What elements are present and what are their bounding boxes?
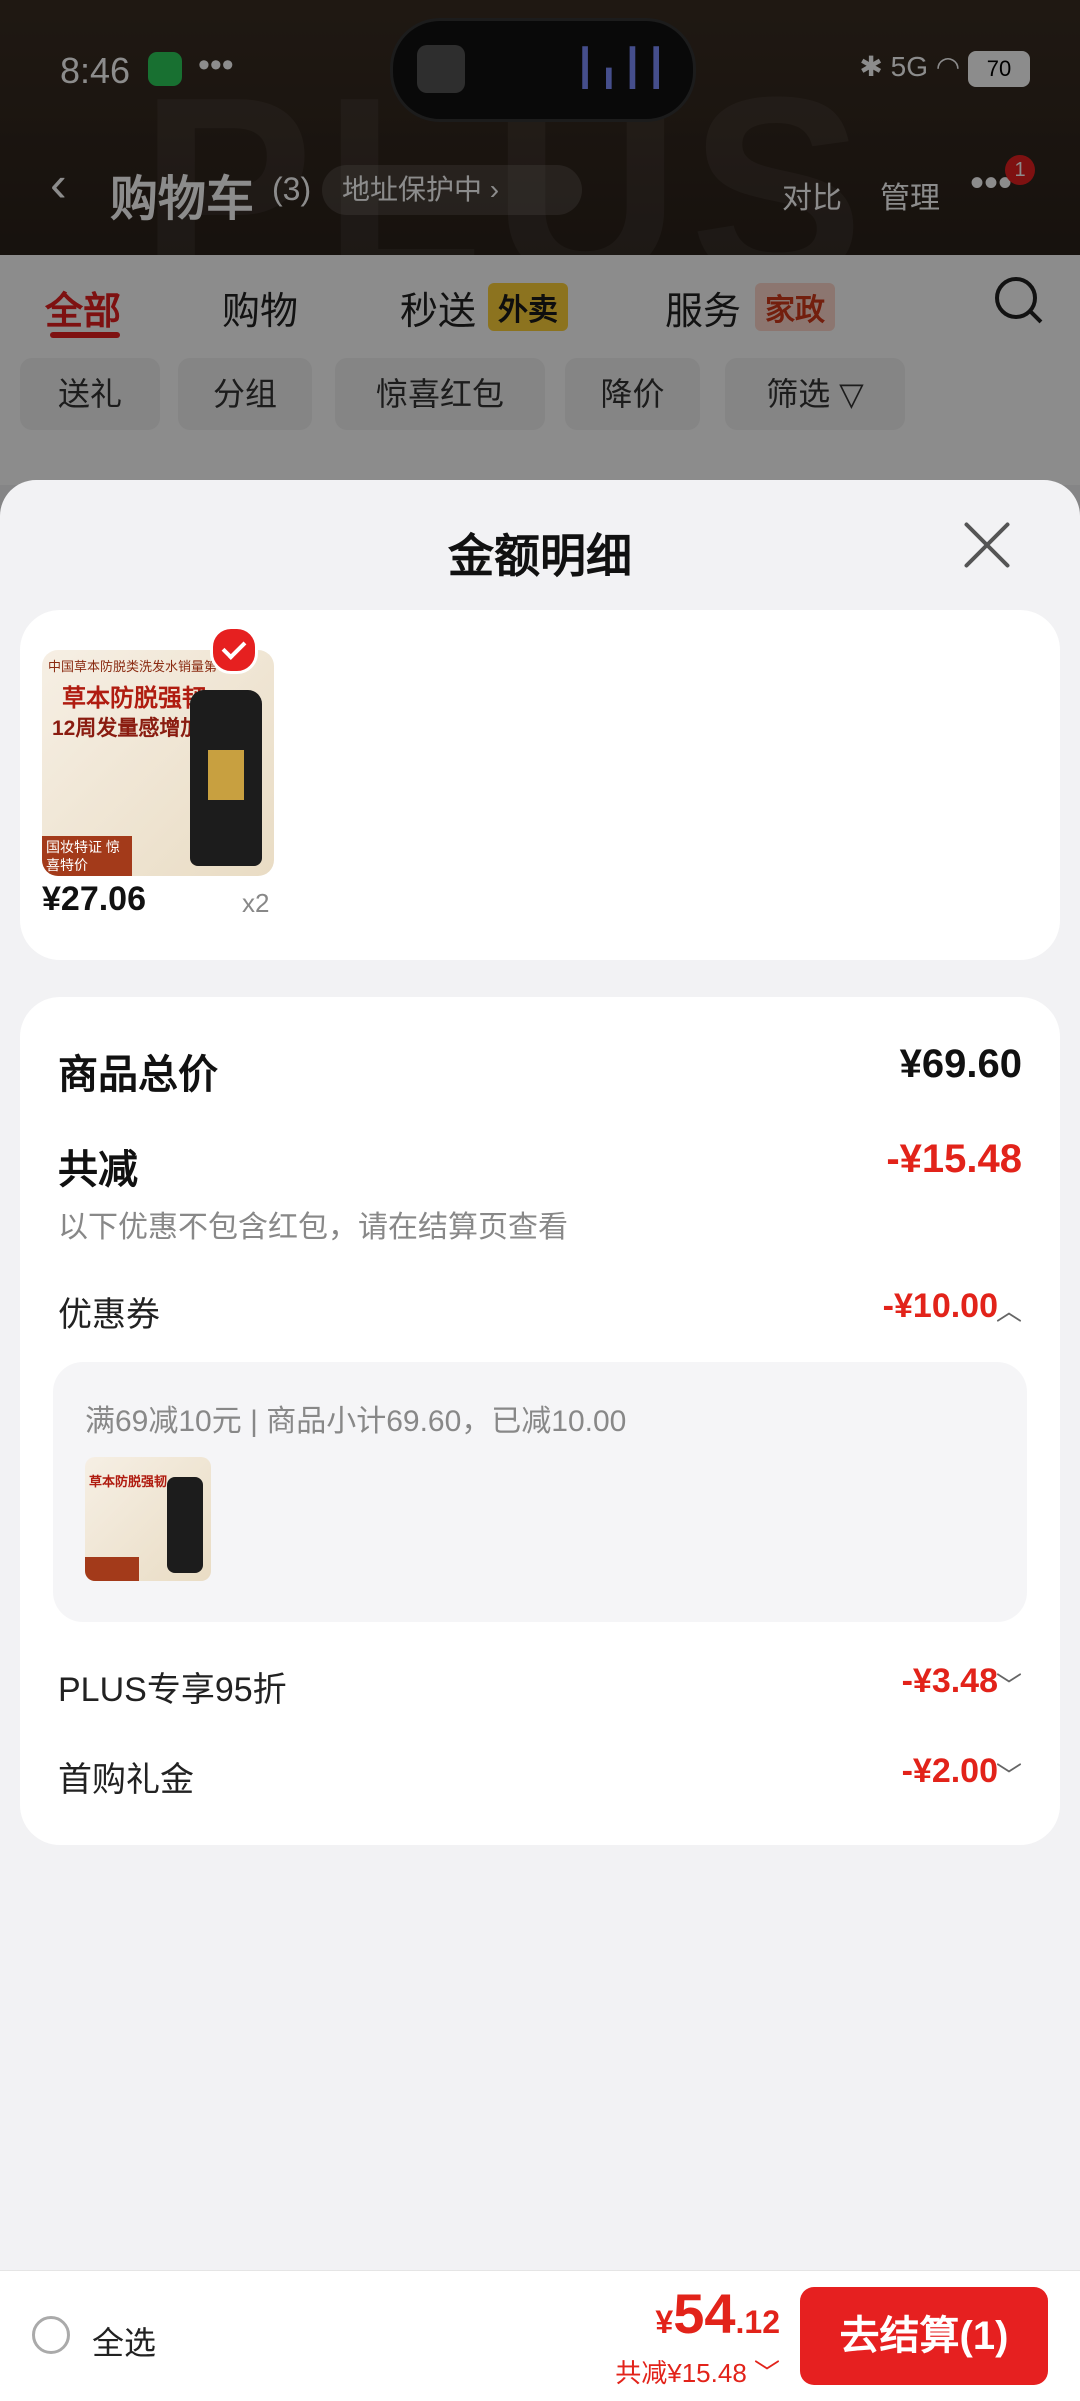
discount-value: -¥15.48 bbox=[886, 1137, 1022, 1181]
coupon-detail-box: 满69减10元 | 商品小计69.60，已减10.00 草本防脱强韧 bbox=[53, 1362, 1027, 1622]
coupon-product-thumbnail[interactable]: 草本防脱强韧 bbox=[85, 1457, 211, 1581]
coupon-detail-text: 满69减10元 | 商品小计69.60，已减10.00 bbox=[85, 1405, 627, 1438]
price-summary-card: 商品总价 ¥69.60 共减 -¥15.48 以下优惠不包含红包，请在结算页查看… bbox=[20, 997, 1060, 1845]
chevron-down-icon[interactable]: ﹀ bbox=[996, 1756, 1022, 1793]
discount-row: 共减 -¥15.48 bbox=[58, 1137, 1022, 1195]
first-purchase-gift-row[interactable]: 首购礼金 -¥2.00 ﹀ bbox=[58, 1752, 1022, 1801]
select-all-label[interactable]: 全选 bbox=[92, 2318, 156, 2364]
product-image[interactable]: 中国草本防脱类洗发水销量第一 草本防脱强韧 12周发量感增加 国妆特证 惊喜特价 bbox=[42, 650, 274, 876]
total-price: ¥54.12 bbox=[655, 2281, 780, 2346]
total-value: ¥69.60 bbox=[899, 1042, 1022, 1086]
coupon-value: -¥10.00 bbox=[882, 1287, 998, 1325]
shampoo-bottle-graphic bbox=[190, 690, 262, 866]
image-subline: 12周发量感增加 bbox=[52, 717, 202, 740]
thumb-bottle-graphic bbox=[167, 1477, 203, 1573]
thumb-headline: 草本防脱强韧 bbox=[89, 1474, 168, 1489]
image-headline: 草本防脱强韧 bbox=[62, 685, 206, 712]
image-caption: 中国草本防脱类洗发水销量第一 bbox=[48, 659, 231, 674]
total-decimal: .12 bbox=[735, 2304, 780, 2340]
first-purchase-gift-label: 首购礼金 bbox=[58, 1761, 194, 1799]
checkout-button[interactable]: 去结算(1) bbox=[800, 2287, 1048, 2385]
selected-check-icon[interactable] bbox=[210, 626, 258, 674]
total-label: 商品总价 bbox=[58, 1053, 218, 1097]
image-ribbon: 国妆特证 惊喜特价 bbox=[42, 836, 132, 876]
product-price: ¥27.06 bbox=[42, 880, 146, 918]
chevron-down-icon[interactable]: ﹀ bbox=[996, 1666, 1022, 1703]
discount-label: 共减 bbox=[58, 1148, 138, 1192]
plus-discount-value: -¥3.48 bbox=[901, 1662, 998, 1700]
close-icon[interactable] bbox=[962, 520, 1012, 570]
chevron-up-icon[interactable]: ︿ bbox=[996, 1291, 1022, 1328]
checkout-bar: 全选 ¥54.12 共减¥15.48 ﹀ 去结算(1) bbox=[0, 2270, 1080, 2401]
product-quantity: x2 bbox=[242, 888, 270, 918]
amount-detail-sheet: 金额明细 中国草本防脱类洗发水销量第一 草本防脱强韧 12周发量感增加 国妆特证… bbox=[0, 480, 1080, 2270]
first-purchase-gift-value: -¥2.00 bbox=[901, 1752, 998, 1790]
coupon-label: 优惠券 bbox=[58, 1296, 160, 1334]
select-all-radio[interactable] bbox=[32, 2316, 70, 2354]
saved-amount-toggle[interactable]: 共减¥15.48 ﹀ bbox=[615, 2353, 780, 2390]
coupon-row[interactable]: 优惠券 -¥10.00 ︿ bbox=[58, 1287, 1022, 1336]
total-integer: 54 bbox=[673, 2282, 736, 2345]
thumb-ribbon bbox=[85, 1557, 139, 1581]
currency-symbol: ¥ bbox=[655, 2304, 674, 2340]
plus-discount-label: PLUS专享95折 bbox=[58, 1671, 287, 1709]
product-card: 中国草本防脱类洗发水销量第一 草本防脱强韧 12周发量感增加 国妆特证 惊喜特价… bbox=[20, 610, 1060, 960]
sheet-title: 金额明细 bbox=[448, 530, 632, 582]
discount-note: 以下优惠不包含红包，请在结算页查看 bbox=[58, 1211, 568, 1244]
plus-discount-row[interactable]: PLUS专享95折 -¥3.48 ﹀ bbox=[58, 1662, 1022, 1711]
total-row: 商品总价 ¥69.60 bbox=[58, 1042, 1022, 1100]
